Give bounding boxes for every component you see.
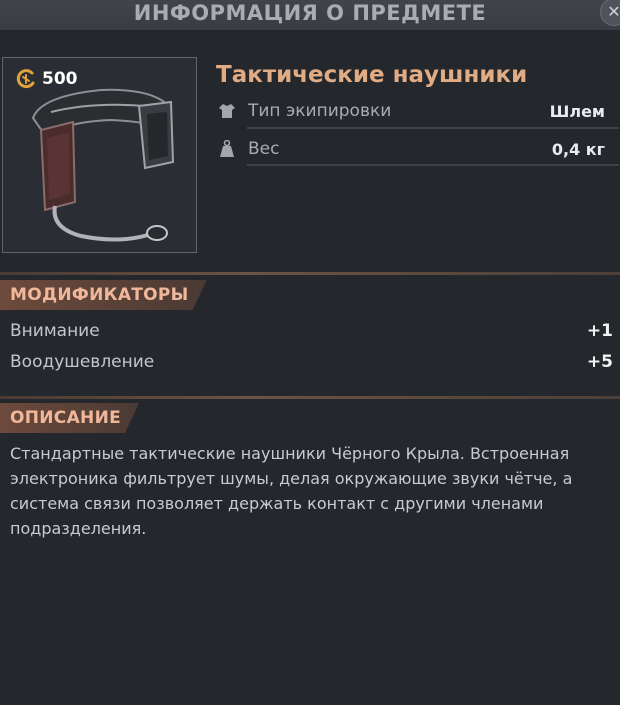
section-divider [0,396,620,399]
modifier-row: Внимание +1 [10,319,613,343]
stat-row-weight: Вес 0,4 кг [217,134,619,164]
cost-value: 500 [42,69,78,89]
stat-label: Тип экипировки [248,101,392,121]
modifier-value: +1 [586,321,613,341]
shirt-icon [217,101,237,121]
window-header: ИНФОРМАЦИЯ О ПРЕДМЕТЕ ✕ [0,0,620,30]
item-title: Тактические наушники [216,62,528,88]
modifiers-section-title: МОДИФИКАТОРЫ [0,280,207,310]
section-divider [0,272,620,275]
modifier-label: Воодушевление [10,352,155,372]
stat-row-equipment-type: Тип экипировки Шлем [217,96,619,126]
stat-value: 0,4 кг [551,139,605,159]
stat-value: Шлем [549,101,605,121]
stat-divider [247,164,619,166]
headset-icon [31,88,175,242]
window-title: ИНФОРМАЦИЯ О ПРЕДМЕТЕ [133,1,487,25]
stat-label: Вес [248,139,280,159]
stat-divider [247,127,619,129]
item-image-frame: 500 [2,57,197,253]
coin-icon [16,69,35,89]
modifier-label: Внимание [10,321,100,341]
description-section-title: ОПИСАНИЕ [0,403,139,433]
close-icon[interactable]: ✕ [600,0,620,26]
weight-icon [217,139,237,159]
modifier-value: +5 [586,352,613,372]
item-description: Стандартные тактические наушники Чёрного… [10,444,573,538]
modifier-row: Воодушевление +5 [10,350,613,374]
item-cost: 500 [15,68,78,90]
